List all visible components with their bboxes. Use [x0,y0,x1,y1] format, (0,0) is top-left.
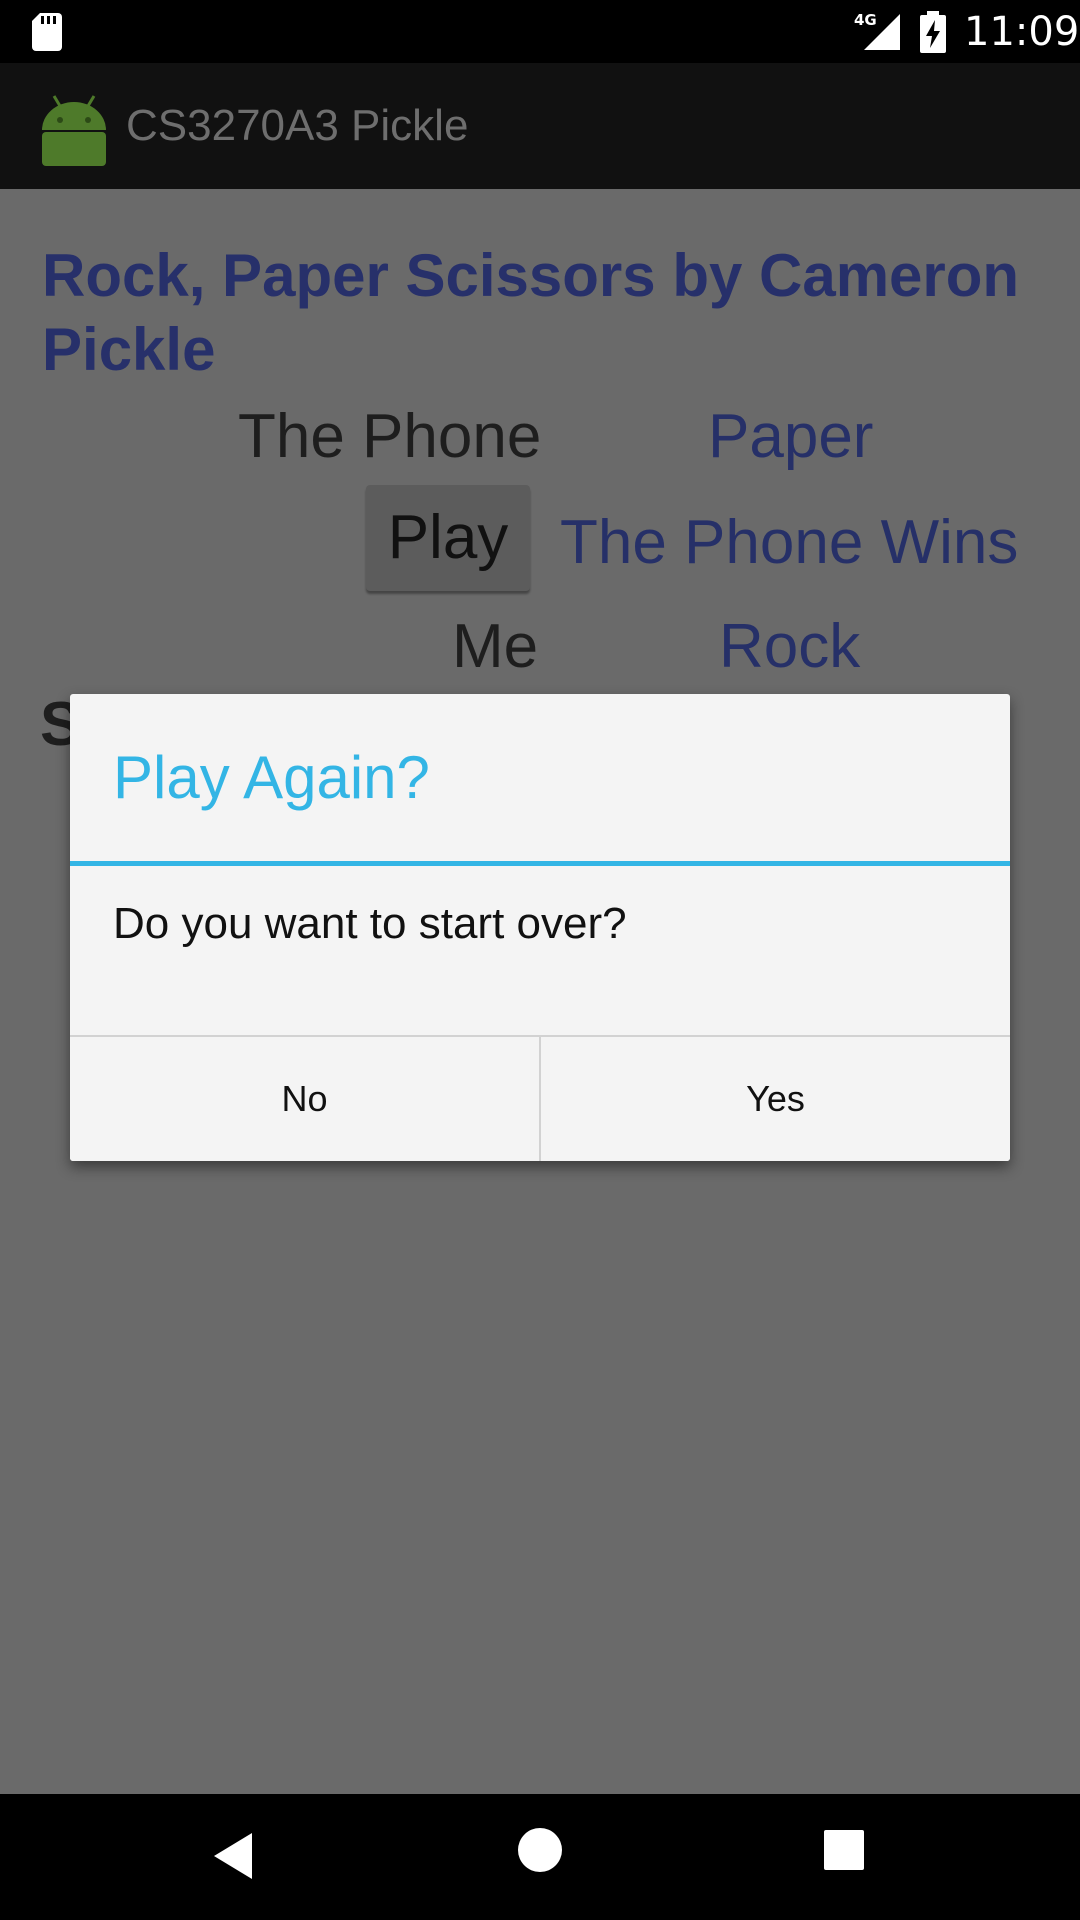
home-icon[interactable] [518,1828,562,1872]
yes-button[interactable]: Yes [539,1037,1010,1161]
phone-label: The Phone [238,402,542,471]
sd-card-icon [32,13,62,51]
dialog-message: Do you want to start over? [113,899,627,948]
cellular-signal-icon: 4G [854,11,900,50]
navigation-bar [0,1794,1080,1920]
game-headline: Rock, Paper Scissors by Cameron Pickle [42,242,1020,383]
svg-text:4G: 4G [854,11,877,29]
status-time: 11:09 [964,9,1080,55]
me-label: Me [452,612,539,681]
android-robot-icon [42,95,106,166]
recents-icon[interactable] [824,1830,864,1870]
dialog-divider [70,861,1010,866]
battery-charging-icon [920,11,946,53]
dialog-button-bar: No Yes [70,1035,1010,1161]
no-button[interactable]: No [70,1037,539,1161]
status-bar: 4G 11:09 [0,0,1080,63]
action-bar: CS3270A3 Pickle [0,63,1080,189]
dialog-title: Play Again? [113,744,430,811]
play-again-dialog: Play Again? Do you want to start over? N… [70,694,1010,1161]
me-choice: Rock [719,612,861,681]
result-text: The Phone Wins [560,508,1019,577]
app-title: CS3270A3 Pickle [126,101,469,150]
phone-choice: Paper [708,402,874,471]
screen: 4G 11:09 CS3270A3 Pickle Rock, Paper Sci… [0,0,1080,1920]
back-icon[interactable] [212,1831,256,1881]
play-button[interactable]: Play [366,485,530,591]
